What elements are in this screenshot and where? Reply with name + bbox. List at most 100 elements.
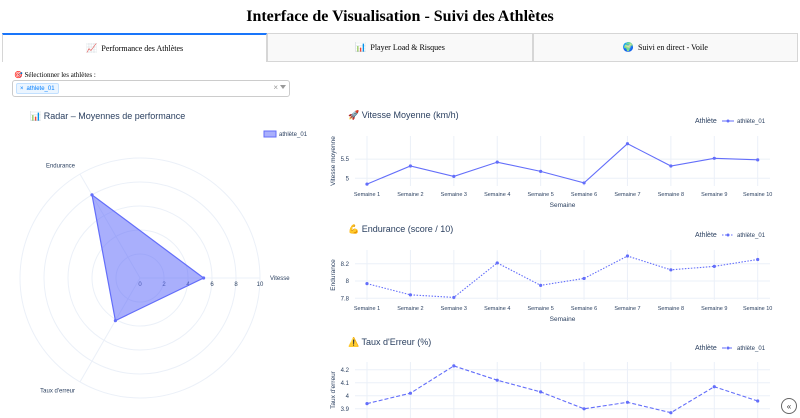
bar-chart-icon: 📊 — [355, 42, 367, 52]
data-point — [539, 283, 543, 287]
x-tick-label: Semaine 3 — [441, 306, 467, 312]
y-tick-label: 5.5 — [341, 157, 350, 163]
radar-tick-label: 8 — [234, 282, 238, 288]
data-point — [712, 385, 716, 389]
y-tick-label: 3.9 — [341, 407, 350, 413]
legend-marker — [726, 233, 730, 237]
data-point — [669, 411, 673, 415]
data-point — [582, 181, 586, 185]
x-tick-label: Semaine 9 — [701, 306, 727, 312]
legend-title: Athlète — [695, 345, 717, 352]
legend-swatch — [263, 130, 277, 138]
chart-title: 🚀 Vitesse Moyenne (km/h) — [348, 109, 459, 120]
chevron-down-icon[interactable] — [280, 85, 286, 89]
x-tick-label: Semaine 7 — [614, 306, 640, 312]
y-axis-label: Endurance — [330, 259, 337, 291]
data-point — [756, 158, 760, 162]
x-tick-label: Semaine 7 — [614, 192, 640, 198]
y-tick-label: 8.2 — [341, 262, 350, 268]
legend-label: athlète_01 — [737, 346, 766, 352]
legend-marker — [726, 119, 730, 123]
tab-player-load[interactable]: 📊 Player Load & Risques — [267, 33, 533, 62]
y-axis-label: Vitesse moyenne — [330, 136, 337, 186]
athlete-multiselect[interactable]: × athlete_01 × — [12, 80, 290, 97]
x-tick-label: Semaine 6 — [571, 306, 597, 312]
radar-point — [202, 276, 206, 280]
data-point — [365, 182, 369, 186]
legend-label: athlète_01 — [737, 119, 766, 125]
data-point — [625, 142, 630, 146]
data-point — [452, 364, 456, 368]
x-axis-label: Semaine — [550, 316, 576, 323]
data-point — [408, 293, 413, 297]
data-point — [669, 268, 673, 272]
data-point — [495, 261, 499, 265]
page-title: Interface de Visualisation - Suivi des A… — [246, 8, 554, 25]
y-tick-label: 4.2 — [341, 368, 350, 374]
data-point — [408, 391, 413, 395]
error-rate-chart: ⚠️ Taux d'Erreur (%) Athlète athlète_01 3.9… — [330, 336, 770, 418]
clear-icon[interactable]: × — [273, 83, 278, 92]
data-point — [712, 264, 716, 268]
tab-live-tracking[interactable]: 🌍 Suivi en direct - Voile — [532, 33, 798, 62]
x-tick-label: Semaine 2 — [397, 192, 423, 198]
x-tick-label: Semaine 3 — [441, 192, 467, 198]
collapse-button[interactable]: « — [781, 398, 797, 414]
endurance-chart: 💪 Endurance (score / 10) Athlète athlète_0… — [330, 223, 772, 323]
data-point — [756, 257, 760, 262]
x-tick-label: Semaine 9 — [701, 192, 727, 198]
y-tick-label: 4 — [346, 394, 350, 400]
x-tick-label: Semaine 10 — [743, 306, 772, 312]
data-point — [539, 169, 543, 173]
x-tick-label: Semaine 4 — [484, 306, 510, 312]
radar-chart: VitesseEnduranceTaux d'erreur2468100athl… — [19, 130, 308, 399]
legend-label: athlète_01 — [279, 132, 308, 138]
x-tick-label: Semaine 8 — [658, 306, 684, 312]
tab-bar: 📈 Performance des Athlètes 📊 Player Load… — [2, 33, 798, 62]
x-tick-label: Semaine 2 — [397, 306, 423, 312]
radar-series-area — [91, 193, 205, 322]
y-tick-label: 4.1 — [341, 381, 350, 387]
data-point — [365, 402, 369, 406]
y-axis-label: Taux d'erreur — [330, 370, 337, 409]
x-tick-label: Semaine 5 — [527, 306, 553, 312]
remove-tag-icon[interactable]: × — [20, 86, 24, 92]
x-tick-label: Semaine 5 — [527, 192, 553, 198]
x-tick-label: Semaine 1 — [354, 306, 380, 312]
legend-title: Athlète — [695, 232, 717, 239]
tab-label: Suivi en direct - Voile — [637, 43, 708, 52]
selected-athlete-tag: × athlete_01 — [16, 83, 59, 94]
tab-label: Player Load & Risques — [370, 43, 445, 52]
y-tick-label: 7.8 — [341, 296, 350, 302]
globe-icon: 🌍 — [622, 42, 634, 52]
chart-title: ⚠️ Taux d'Erreur (%) — [348, 336, 431, 347]
data-point — [625, 254, 630, 258]
speed-chart: 🚀 Vitesse Moyenne (km/h) Athlète athlète_0… — [330, 109, 772, 209]
y-tick-label: 8 — [346, 279, 350, 285]
data-point — [452, 295, 456, 300]
data-point — [712, 156, 716, 160]
x-tick-label: Semaine 4 — [484, 192, 510, 198]
data-point — [756, 399, 760, 403]
radar-point — [113, 319, 117, 323]
data-point — [582, 276, 586, 281]
radar-tick-label: 6 — [210, 282, 214, 288]
x-axis-label: Semaine — [550, 202, 576, 209]
data-point — [495, 160, 499, 164]
legend-label: athlète_01 — [737, 233, 766, 239]
chart-up-icon: 📈 — [86, 43, 98, 53]
data-point — [408, 164, 413, 168]
radar-axis-label: Taux d'erreur — [40, 389, 75, 395]
data-point — [495, 378, 499, 382]
radar-axis-label: Endurance — [46, 163, 76, 169]
radar-axis-label: Vitesse — [270, 276, 290, 282]
target-icon: 🎯 — [14, 71, 23, 79]
series-line — [366, 255, 758, 298]
x-tick-label: Semaine 6 — [571, 192, 597, 198]
tag-label: athlete_01 — [26, 85, 55, 92]
y-tick-label: 5 — [346, 176, 350, 182]
data-point — [539, 390, 543, 394]
tab-performance[interactable]: 📈 Performance des Athlètes — [2, 33, 268, 62]
legend-title: Athlète — [695, 118, 717, 125]
data-point — [625, 400, 630, 404]
